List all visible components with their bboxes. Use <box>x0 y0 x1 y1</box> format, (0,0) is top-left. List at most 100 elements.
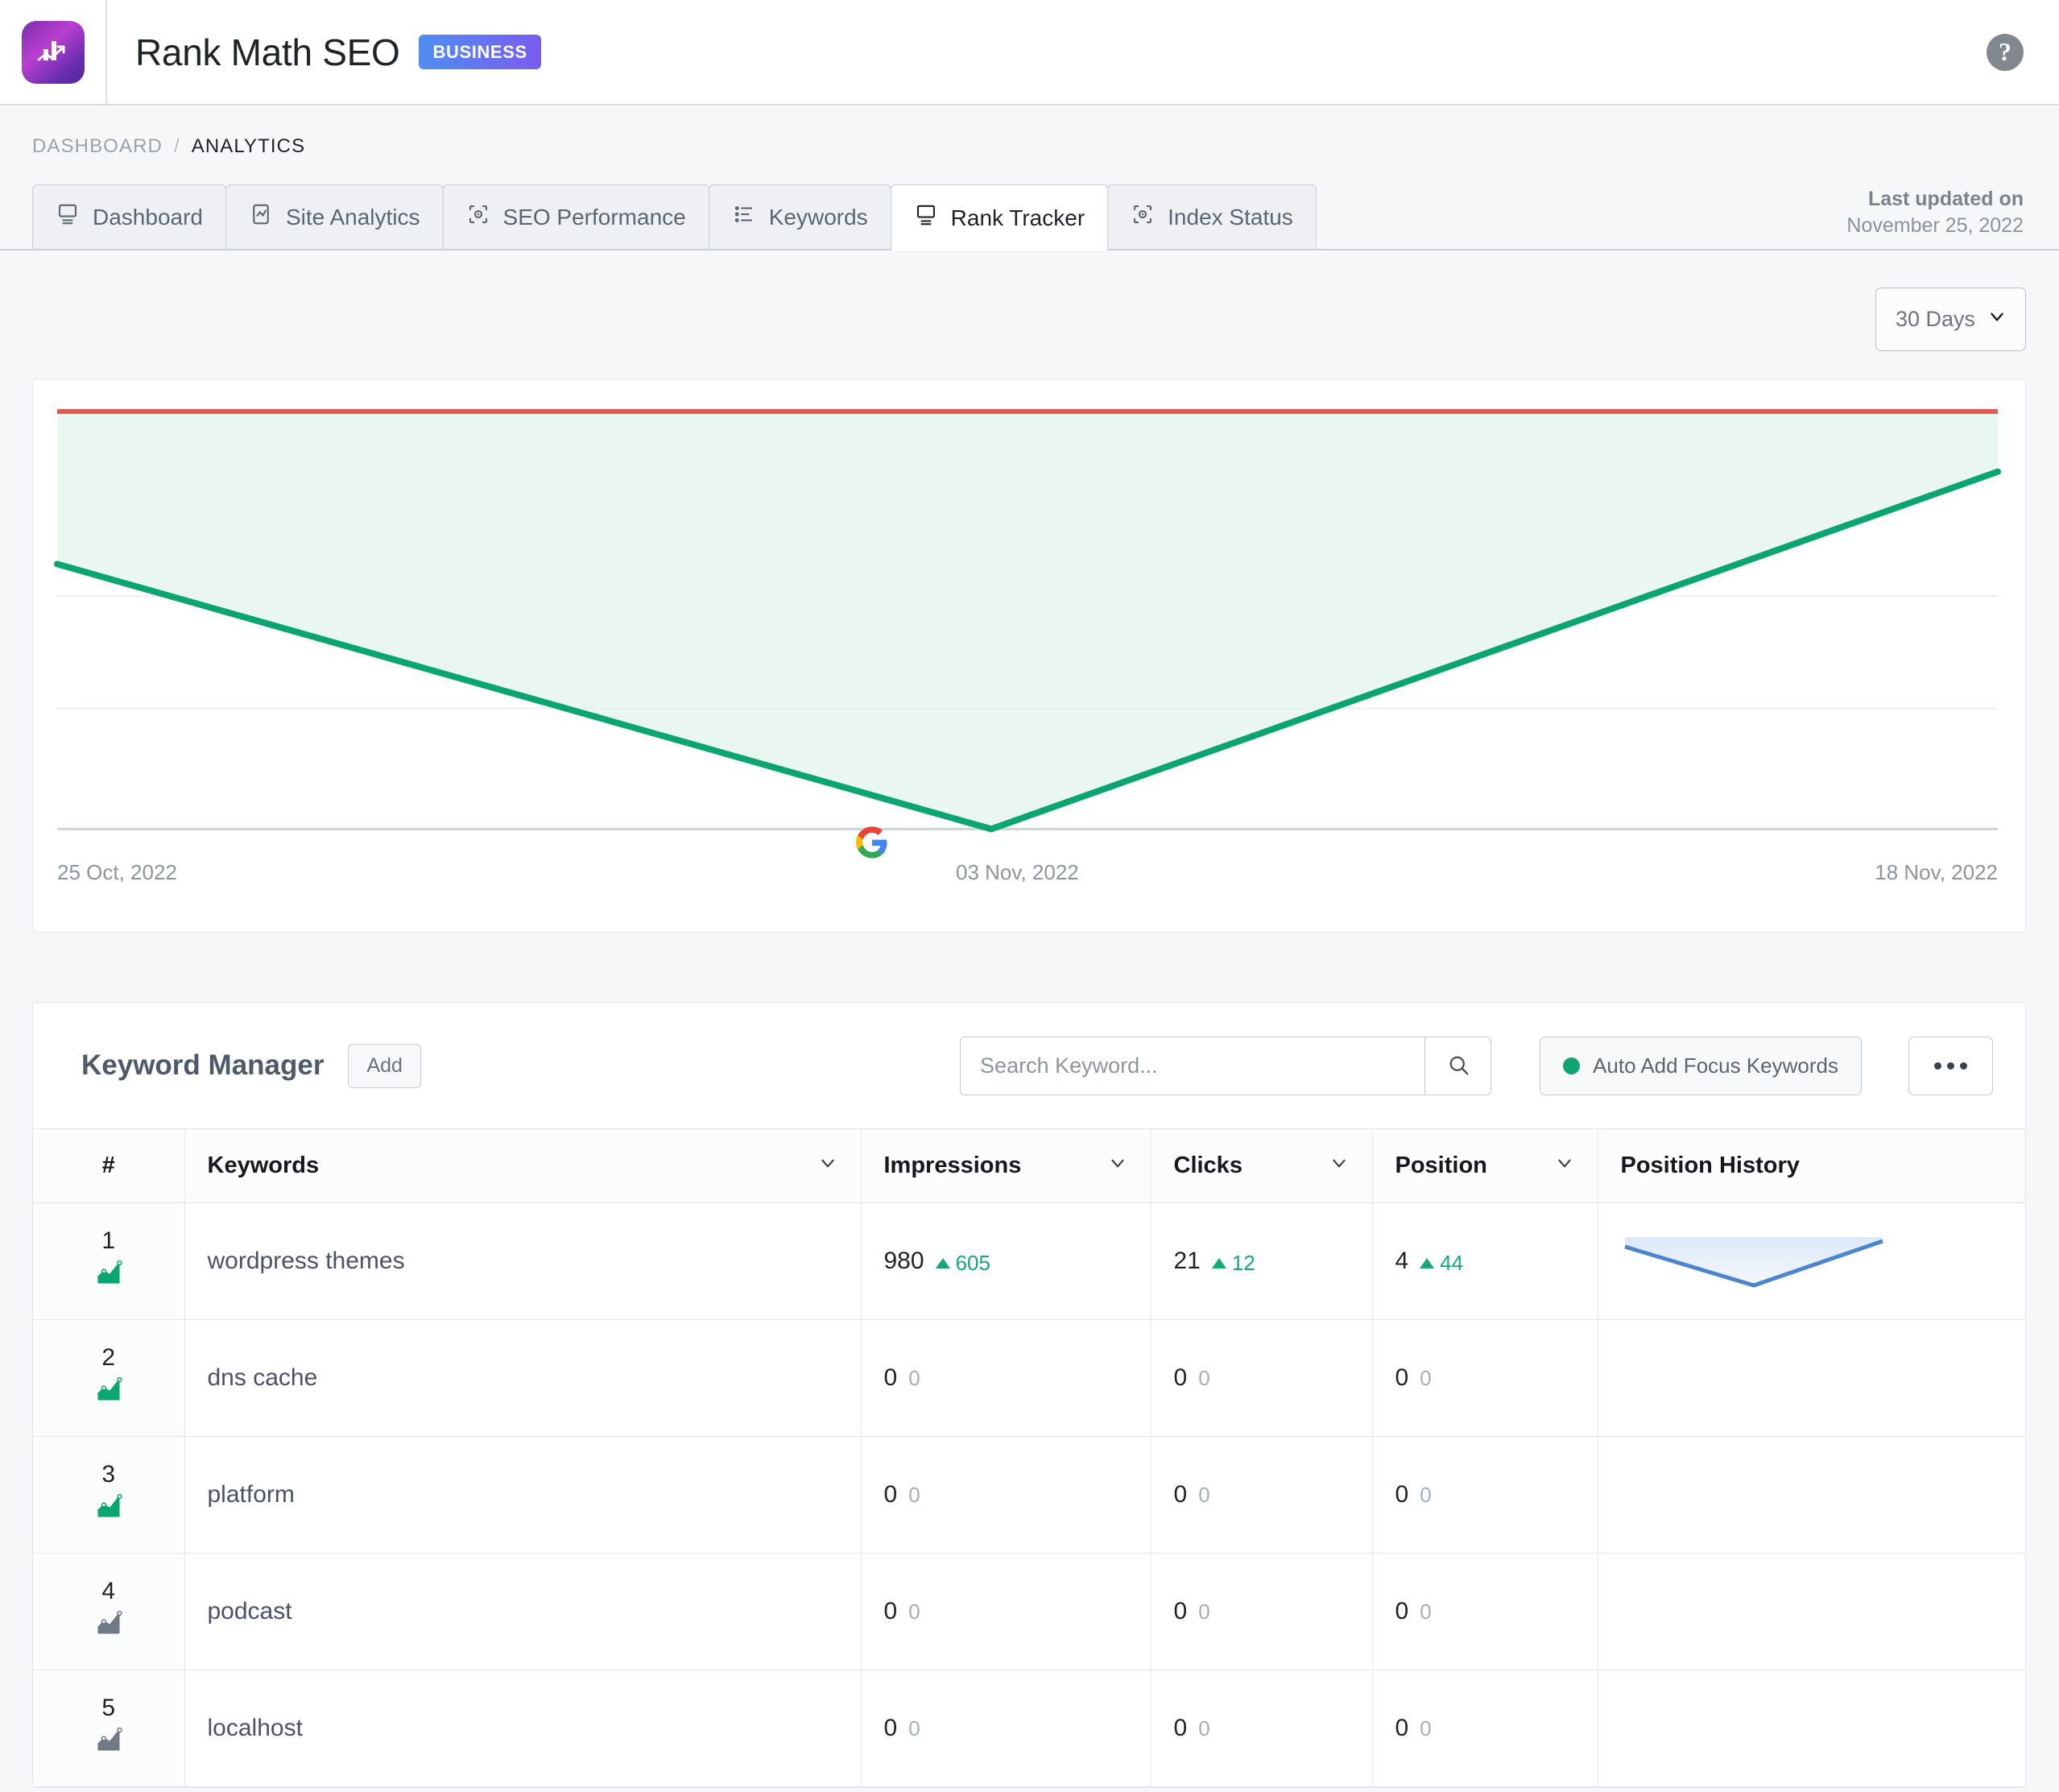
rank-math-logo-icon <box>21 20 85 84</box>
tab-bar: Dashboard Site Analytics SEO Performance <box>0 184 2059 250</box>
position-cell: 0 0 <box>1372 1553 1598 1670</box>
position-delta: 0 <box>1420 1483 1432 1507</box>
keyword-name[interactable]: dns cache <box>208 1364 318 1391</box>
column-header-position[interactable]: Position <box>1372 1128 1598 1203</box>
position-history-cell <box>1598 1553 2025 1670</box>
position-history-cell <box>1598 1670 2025 1787</box>
table-row[interactable]: 3 platform 0 0 0 0 0 0 <box>33 1436 2025 1554</box>
auto-add-label: Auto Add Focus Keywords <box>1593 1053 1838 1078</box>
position-history-sparkline <box>1623 1237 1883 1288</box>
tab-seo-performance[interactable]: SEO Performance <box>442 184 709 249</box>
impressions-cell: 0 0 <box>861 1319 1151 1437</box>
impressions-delta: 0 <box>908 1366 920 1390</box>
auto-add-focus-keywords-toggle[interactable]: Auto Add Focus Keywords <box>1540 1036 1862 1095</box>
row-index: 2 <box>101 1344 116 1371</box>
position-history-cell <box>1598 1436 2025 1554</box>
target-focus-icon <box>1131 202 1155 232</box>
tab-site-analytics[interactable]: Site Analytics <box>225 184 444 249</box>
position-delta: 44 <box>1420 1251 1463 1276</box>
position-history-cell <box>1598 1319 2025 1437</box>
tab-dashboard[interactable]: Dashboard <box>32 184 226 249</box>
column-header-clicks[interactable]: Clicks <box>1151 1128 1373 1203</box>
chevron-down-icon[interactable] <box>817 1153 838 1180</box>
arrow-up-icon <box>1420 1257 1435 1268</box>
keyword-cell: wordpress themes <box>184 1202 862 1320</box>
table-row[interactable]: 1 wordpress themes 980 605 21 12 4 44 <box>33 1202 2025 1320</box>
column-label: Clicks <box>1173 1153 1242 1178</box>
impressions-cell: 0 0 <box>861 1436 1151 1554</box>
tab-rank-tracker[interactable]: Rank Tracker <box>890 184 1109 250</box>
tab-keywords[interactable]: Keywords <box>708 184 891 249</box>
search-button[interactable] <box>1424 1037 1491 1095</box>
more-options-button[interactable] <box>1908 1036 1993 1095</box>
impressions-value: 980 <box>883 1247 924 1274</box>
search-icon <box>1446 1053 1470 1079</box>
position-value: 4 <box>1395 1247 1409 1274</box>
keyword-cell: platform <box>184 1436 862 1554</box>
help-icon[interactable]: ? <box>1987 33 2024 71</box>
keyword-cell: podcast <box>184 1553 862 1670</box>
keyword-name[interactable]: localhost <box>208 1715 303 1741</box>
clicks-delta: 0 <box>1198 1366 1210 1390</box>
ellipsis-icon <box>1934 1062 1967 1070</box>
impressions-cell: 0 0 <box>861 1670 1151 1787</box>
row-index: 5 <box>101 1695 116 1721</box>
delta-value: 44 <box>1440 1250 1464 1275</box>
logo-container <box>0 0 107 105</box>
table-body: 1 wordpress themes 980 605 21 12 4 44 2 … <box>33 1202 2025 1787</box>
page-title: Rank Math SEO <box>135 31 400 73</box>
position-cell: 4 44 <box>1372 1202 1598 1320</box>
trend-chart-icon <box>94 1375 123 1410</box>
clicks-delta: 0 <box>1198 1716 1210 1740</box>
tab-label: Rank Tracker <box>950 205 1085 230</box>
keyword-name[interactable]: wordpress themes <box>208 1248 405 1274</box>
clicks-delta: 0 <box>1198 1483 1210 1507</box>
breadcrumb-dashboard[interactable]: DASHBOARD <box>32 135 163 158</box>
chevron-down-icon[interactable] <box>1329 1153 1350 1180</box>
column-header-keywords[interactable]: Keywords <box>184 1128 862 1203</box>
add-keyword-button[interactable]: Add <box>348 1043 421 1088</box>
tab-label: Site Analytics <box>285 204 420 230</box>
keyword-name[interactable]: podcast <box>208 1598 292 1624</box>
clicks-cell: 0 0 <box>1151 1670 1373 1787</box>
chart-x-label-start: 25 Oct, 2022 <box>57 860 177 884</box>
row-index: 4 <box>101 1578 116 1604</box>
clicks-cell: 0 0 <box>1151 1436 1373 1554</box>
date-range-select[interactable]: 30 Days <box>1875 288 2026 351</box>
row-index-cell: 2 <box>33 1319 185 1437</box>
search-input[interactable] <box>961 1037 1425 1095</box>
row-index: 3 <box>101 1461 116 1488</box>
chart-area-fill <box>57 411 1998 830</box>
keyword-manager-card: Keyword Manager Add Auto Add Focus Keywo… <box>32 1002 2026 1788</box>
row-index: 1 <box>101 1227 116 1254</box>
tab-index-status[interactable]: Index Status <box>1107 184 1317 249</box>
chevron-down-icon[interactable] <box>1554 1153 1575 1180</box>
impressions-delta: 0 <box>908 1600 920 1624</box>
row-index-cell: 3 <box>33 1436 185 1554</box>
column-header-impressions[interactable]: Impressions <box>861 1128 1151 1203</box>
status-dot-icon <box>1563 1057 1581 1074</box>
table-row[interactable]: 2 dns cache 0 0 0 0 0 0 <box>33 1319 2025 1437</box>
position-delta: 0 <box>1420 1716 1432 1740</box>
rank-tracker-chart <box>54 408 2001 833</box>
delta-value: 605 <box>955 1250 990 1275</box>
keyword-manager-title: Keyword Manager <box>81 1049 325 1081</box>
google-icon <box>856 826 888 859</box>
table-row[interactable]: 5 localhost 0 0 0 0 0 0 <box>33 1670 2025 1787</box>
analytics-chart-icon <box>249 202 273 232</box>
monitor-icon <box>56 202 80 232</box>
clicks-value: 21 <box>1173 1247 1201 1274</box>
keyword-cell: dns cache <box>184 1319 862 1437</box>
chart-x-label-mid: 03 Nov, 2022 <box>956 860 1079 884</box>
date-range-value: 30 Days <box>1896 307 1976 331</box>
row-index-cell: 5 <box>33 1670 185 1787</box>
keyword-name[interactable]: platform <box>208 1481 295 1508</box>
impressions-delta: 0 <box>908 1716 920 1740</box>
last-updated: Last updated on November 25, 2022 <box>1846 186 2024 239</box>
table-row[interactable]: 4 podcast 0 0 0 0 0 0 <box>33 1553 2025 1670</box>
breadcrumb-analytics: ANALYTICS <box>191 135 306 157</box>
tab-label: Dashboard <box>93 204 203 230</box>
clicks-value: 0 <box>1173 1364 1188 1391</box>
chevron-down-icon[interactable] <box>1107 1153 1128 1180</box>
range-row: 30 Days <box>0 250 2059 351</box>
